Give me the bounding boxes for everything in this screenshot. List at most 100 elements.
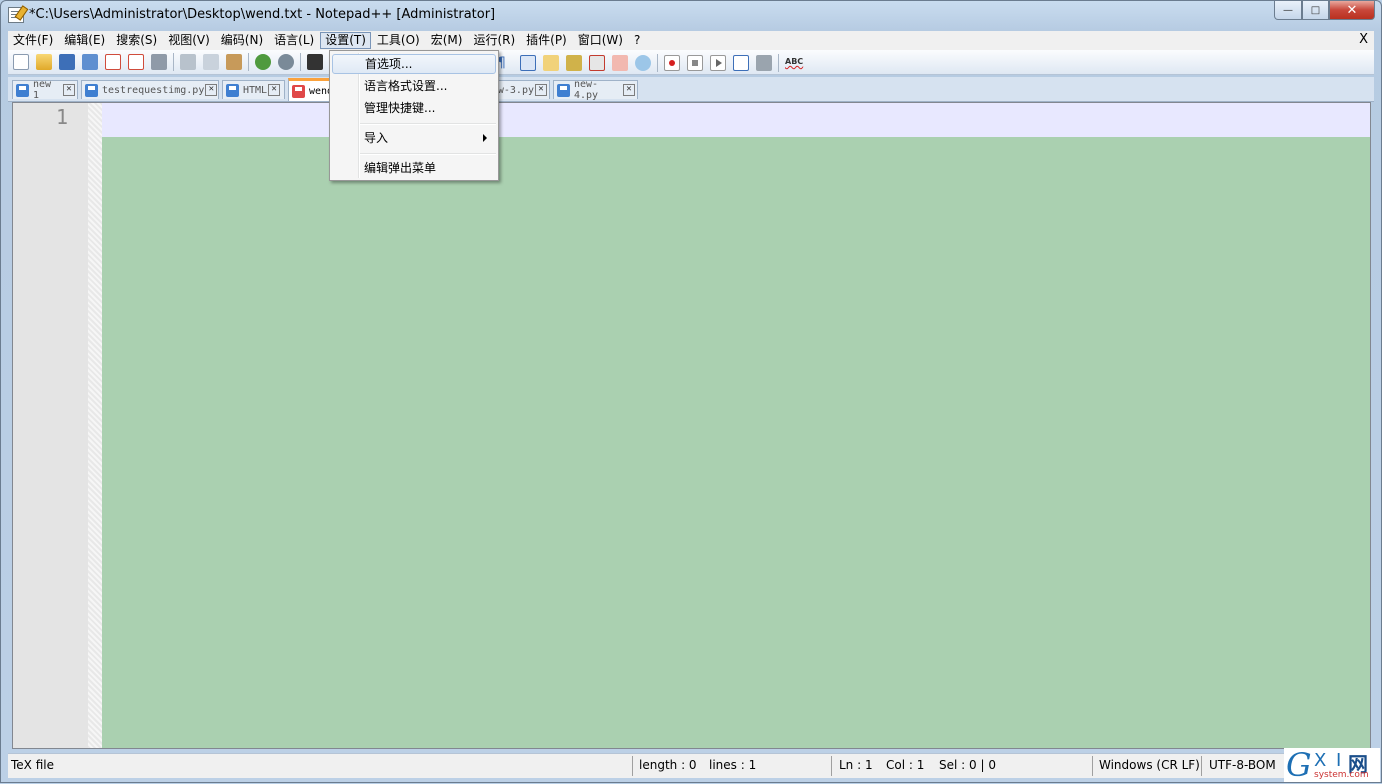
- menu-item-import[interactable]: 导入: [332, 128, 496, 148]
- menu-macro[interactable]: 宏(M): [426, 32, 468, 49]
- file-unsaved-icon: [292, 84, 305, 98]
- watermark-g: G: [1286, 746, 1312, 784]
- run-macro-multiple-icon[interactable]: [733, 55, 749, 71]
- tab-close-icon[interactable]: ✕: [268, 84, 281, 96]
- menu-settings[interactable]: 设置(T): [320, 32, 371, 49]
- editor-area[interactable]: 1: [12, 102, 1371, 749]
- monitor-icon[interactable]: [635, 55, 651, 71]
- toolbar-separator: [778, 54, 779, 72]
- tab-close-icon[interactable]: ✕: [535, 84, 547, 96]
- undo-icon[interactable]: [255, 54, 271, 70]
- window-title: *C:\Users\Administrator\Desktop\wend.txt…: [29, 7, 496, 22]
- toolbar-separator: [300, 53, 301, 71]
- status-ln: Ln : 1: [839, 758, 873, 772]
- status-encoding: UTF-8-BOM: [1209, 758, 1276, 772]
- find-icon[interactable]: [307, 54, 323, 70]
- status-col: Col : 1: [886, 758, 925, 772]
- menu-run[interactable]: 运行(R): [468, 32, 520, 49]
- show-all-chars-icon[interactable]: ¶: [497, 55, 513, 71]
- tab-testrequestimg-py[interactable]: testrequestimg.py ✕: [81, 80, 219, 99]
- file-saved-icon: [16, 83, 29, 97]
- caption-buttons: — □ ✕: [1274, 1, 1375, 20]
- tab-html[interactable]: HTML ✕: [222, 80, 285, 99]
- toolbar-separator: [657, 54, 658, 72]
- copy-icon[interactable]: [203, 54, 219, 70]
- new-file-icon[interactable]: [13, 54, 29, 70]
- file-saved-icon: [85, 83, 98, 97]
- status-eol: Windows (CR LF): [1099, 758, 1200, 772]
- line-number-gutter: 1: [13, 103, 88, 748]
- toolbar-right-group: ¶ ABC: [497, 53, 812, 73]
- toolbar-separator: [248, 53, 249, 71]
- save-icon[interactable]: [59, 54, 75, 70]
- paste-icon[interactable]: [226, 54, 242, 70]
- menu-encoding[interactable]: 编码(N): [216, 32, 268, 49]
- tab-label: testrequestimg.py: [102, 84, 205, 96]
- menu-edit[interactable]: 编辑(E): [59, 32, 110, 49]
- maximize-button[interactable]: □: [1302, 1, 1329, 20]
- fold-margin[interactable]: [88, 103, 102, 748]
- cut-icon[interactable]: [180, 54, 196, 70]
- status-file-type: TeX file: [11, 758, 54, 772]
- user-lang-icon[interactable]: [566, 55, 582, 71]
- menu-item-preferences[interactable]: 首选项...: [332, 54, 496, 74]
- tab-label: new 1: [33, 79, 52, 101]
- menu-bar: 文件(F) 编辑(E) 搜索(S) 视图(V) 编码(N) 语言(L) 设置(T…: [8, 31, 1374, 50]
- file-saved-icon: [226, 83, 239, 97]
- menu-item-style-configurator[interactable]: 语言格式设置...: [332, 76, 496, 96]
- stop-macro-icon[interactable]: [687, 55, 703, 71]
- notepadpp-app-icon[interactable]: [8, 7, 24, 23]
- open-file-icon[interactable]: [36, 54, 52, 70]
- tab-close-icon[interactable]: ✕: [623, 84, 635, 96]
- save-macro-icon[interactable]: [756, 55, 772, 71]
- menu-window[interactable]: 窗口(W): [573, 32, 628, 49]
- menu-language[interactable]: 语言(L): [269, 32, 319, 49]
- settings-dropdown-menu: 首选项... 语言格式设置... 管理快捷键... 导入 编辑弹出菜单: [329, 50, 499, 181]
- tab-new-1[interactable]: new 1 ✕: [12, 79, 78, 101]
- word-wrap-icon[interactable]: [543, 55, 559, 71]
- status-length: length : 0: [639, 758, 697, 772]
- status-divider: [1201, 756, 1202, 776]
- menu-tools[interactable]: 工具(O): [372, 32, 425, 49]
- file-saved-icon: [557, 83, 570, 97]
- function-list-icon[interactable]: [612, 55, 628, 71]
- title-bar[interactable]: *C:\Users\Administrator\Desktop\wend.txt…: [1, 1, 1381, 29]
- minimize-button[interactable]: —: [1274, 1, 1302, 20]
- menu-file[interactable]: 文件(F): [8, 32, 58, 49]
- print-icon[interactable]: [151, 54, 167, 70]
- play-macro-icon[interactable]: [710, 55, 726, 71]
- menu-view[interactable]: 视图(V): [163, 32, 215, 49]
- menu-help[interactable]: ?: [629, 32, 645, 49]
- document-tab-bar: new 1 ✕ testrequestimg.py ✕ HTML ✕ wend.…: [8, 77, 1374, 102]
- tab-new-4-py[interactable]: new-4.py ✕: [553, 79, 638, 101]
- watermark-url: system.com: [1314, 770, 1369, 780]
- menu-item-import-label: 导入: [364, 131, 389, 145]
- menu-search[interactable]: 搜索(S): [111, 32, 162, 49]
- current-line-highlight: [102, 103, 1370, 137]
- close-document-button[interactable]: X: [1359, 32, 1368, 47]
- tab-close-icon[interactable]: ✕: [63, 84, 75, 96]
- menu-separator: [360, 153, 496, 155]
- redo-icon[interactable]: [278, 54, 294, 70]
- status-divider: [1092, 756, 1093, 776]
- indent-guide-icon[interactable]: [520, 55, 536, 71]
- spell-check-icon[interactable]: ABC: [785, 55, 805, 71]
- watermark-xi: X I: [1314, 750, 1344, 771]
- doc-map-icon[interactable]: [589, 55, 605, 71]
- save-all-icon[interactable]: [82, 54, 98, 70]
- close-window-button[interactable]: ✕: [1329, 1, 1375, 20]
- status-sel: Sel : 0 | 0: [939, 758, 996, 772]
- close-file-icon[interactable]: [105, 54, 121, 70]
- line-number: 1: [55, 105, 68, 129]
- menu-item-edit-popup-menu[interactable]: 编辑弹出菜单: [332, 158, 496, 178]
- record-macro-icon[interactable]: [664, 55, 680, 71]
- notepadpp-window: *C:\Users\Administrator\Desktop\wend.txt…: [0, 0, 1382, 783]
- menu-item-shortcut-mapper[interactable]: 管理快捷键...: [332, 98, 496, 118]
- tab-label: new-4.py: [574, 79, 599, 101]
- close-all-icon[interactable]: [128, 54, 144, 70]
- tab-close-icon[interactable]: ✕: [205, 84, 218, 96]
- menu-plugins[interactable]: 插件(P): [521, 32, 572, 49]
- site-watermark-logo: G X I 网 system.com: [1284, 746, 1380, 784]
- menu-separator: [360, 123, 496, 125]
- status-divider: [831, 756, 832, 776]
